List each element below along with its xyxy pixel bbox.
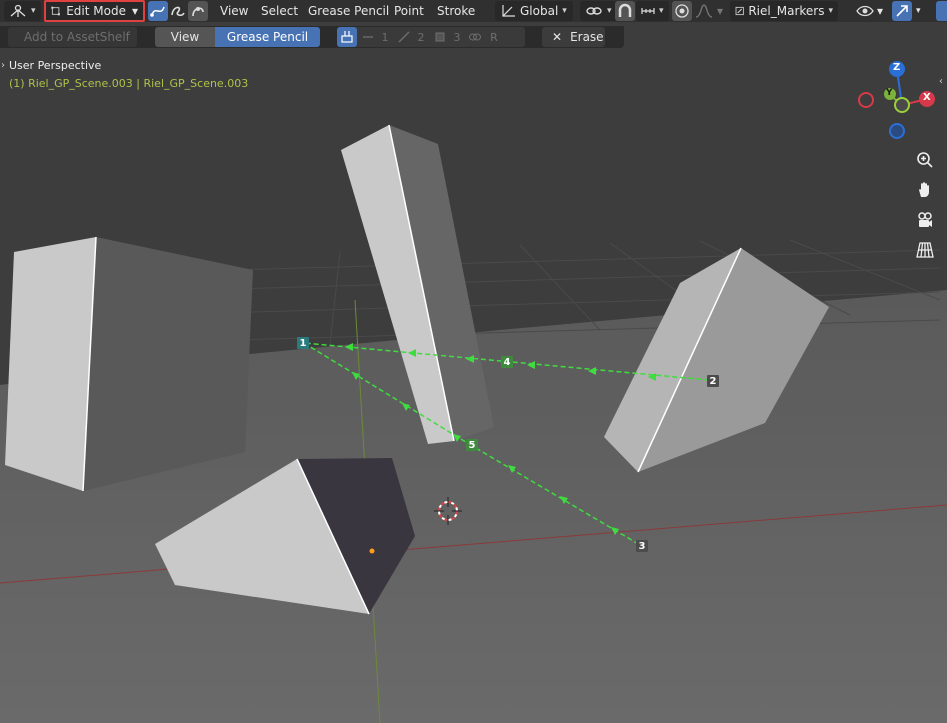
toolbar-expand-icon[interactable]: › — [1, 60, 5, 71]
viewport-header: ▾ Edit Mode ▾ View Select Grease Pencil … — [0, 0, 947, 22]
group-item-2[interactable]: 2 — [393, 31, 429, 44]
editor-type-icon — [10, 4, 26, 17]
menu-view[interactable]: View — [214, 1, 254, 21]
chevron-down-icon: ▾ — [607, 6, 612, 16]
mode-dropdown[interactable]: Edit Mode ▾ — [44, 0, 145, 22]
link-icon — [469, 33, 482, 41]
chevron-down-icon: ▾ — [31, 6, 36, 16]
object-name: Riel_Markers — [748, 4, 825, 18]
select-points-button[interactable] — [148, 1, 168, 21]
menu-stroke[interactable]: Stroke — [431, 1, 481, 21]
orientation-label: Global — [520, 4, 559, 18]
proportional-edit-icon — [675, 4, 689, 18]
tab-grease-pencil[interactable]: Grease Pencil — [215, 27, 320, 47]
camera-icon — [918, 212, 932, 227]
grid-perspective-icon — [916, 242, 934, 258]
overlay-toggle[interactable] — [936, 1, 947, 21]
group-item-3[interactable]: 3 — [429, 31, 465, 44]
add-to-asset-shelf-label: Add to AssetShelf — [24, 30, 130, 44]
pivot-link-icon — [586, 7, 602, 15]
stroke-point-select-icon — [150, 6, 165, 17]
segment-select-icon — [192, 7, 204, 17]
orientation-axes-icon — [502, 5, 515, 17]
scene-canvas[interactable] — [0, 48, 947, 723]
select-segments-button[interactable] — [188, 1, 208, 21]
menu-select[interactable]: Select — [255, 1, 304, 21]
minus-icon — [362, 36, 373, 38]
object-dropdown[interactable]: Riel_Markers ▾ — [730, 1, 838, 21]
snap-increment-icon — [641, 8, 655, 14]
pan-button[interactable] — [913, 178, 937, 202]
tab-view-label: View — [170, 30, 200, 44]
falloff-curve-icon — [695, 4, 713, 18]
snap-toggle[interactable] — [615, 1, 635, 21]
zoom-in-icon — [917, 152, 933, 168]
gizmo-arrow-icon — [896, 5, 908, 17]
3d-viewport[interactable]: Z Y X User Perspective (1) Riel_GP_Scene… — [0, 48, 947, 723]
proportional-edit-toggle[interactable] — [672, 1, 692, 21]
proportional-falloff-dropdown[interactable]: ▾ — [695, 1, 723, 21]
group-label-3: 3 — [453, 30, 461, 44]
sidebar-expand-icon[interactable]: ‹ — [939, 76, 943, 87]
tool-settings-bar: Add to AssetShelf View Grease Pencil 1 2… — [0, 26, 624, 48]
transform-orientation-dropdown[interactable]: Global ▾ — [495, 1, 573, 21]
stroke-marker-1[interactable]: 1 — [297, 337, 309, 349]
close-icon: ✕ — [552, 30, 563, 44]
erase-label: Erase — [570, 30, 604, 44]
stroke-marker-5[interactable]: 5 — [466, 439, 478, 451]
chevron-down-icon: ▾ — [659, 6, 664, 16]
tab-grease-pencil-label: Grease Pencil — [226, 30, 309, 44]
chevron-down-icon: ▾ — [717, 4, 724, 18]
mesh-box-left — [5, 237, 96, 491]
brush-icon — [341, 31, 353, 43]
group-item-1[interactable]: 1 — [357, 31, 393, 44]
brush-toggle[interactable] — [337, 27, 357, 47]
visibility-dropdown[interactable]: ▾ — [856, 1, 883, 21]
editor-type-dropdown[interactable]: ▾ — [4, 1, 41, 21]
group-label-r: R — [490, 30, 498, 44]
snap-target-dropdown[interactable]: ▾ — [636, 1, 669, 21]
slash-icon — [398, 31, 409, 43]
active-object-label: (1) Riel_GP_Scene.003 | Riel_GP_Scene.00… — [9, 77, 249, 90]
group-item-r[interactable]: R — [465, 31, 501, 44]
pivot-point-dropdown[interactable]: ▾ — [580, 1, 617, 21]
fill-icon — [435, 32, 444, 42]
tab-view[interactable]: View — [155, 27, 215, 47]
chevron-down-icon: ▾ — [562, 6, 567, 16]
menu-point[interactable]: Point — [388, 1, 430, 21]
hand-icon — [919, 182, 929, 197]
grease-pencil-object-icon — [735, 6, 744, 16]
zoom-button[interactable] — [913, 148, 937, 172]
chevron-down-icon[interactable]: ▾ — [916, 1, 921, 21]
mode-label: Edit Mode — [66, 4, 126, 18]
gizmo-y-label[interactable]: Y — [886, 88, 893, 98]
erase-button[interactable]: ✕ Erase — [542, 27, 605, 47]
origin-dot — [369, 548, 375, 554]
gizmo-z-label[interactable]: Z — [893, 62, 900, 73]
group-label-1: 1 — [381, 30, 389, 44]
add-to-asset-shelf-button[interactable]: Add to AssetShelf — [8, 27, 137, 47]
mask-layer-group: 1 2 3 R — [337, 27, 525, 47]
eye-icon — [856, 5, 874, 17]
select-strokes-button[interactable] — [168, 1, 188, 21]
menu-grease-pencil[interactable]: Grease Pencil — [302, 1, 395, 21]
stroke-marker-4[interactable]: 4 — [501, 356, 513, 368]
chevron-down-icon: ▾ — [828, 6, 833, 16]
perspective-toggle-button[interactable] — [913, 238, 937, 262]
magnet-icon — [618, 3, 632, 17]
chevron-down-icon: ▾ — [131, 4, 138, 18]
gizmo-x-label[interactable]: X — [923, 92, 931, 103]
chevron-down-icon: ▾ — [877, 4, 884, 18]
group-label-2: 2 — [417, 30, 425, 44]
view-perspective-label: User Perspective — [9, 59, 102, 72]
gizmo-toggle[interactable] — [892, 1, 912, 21]
edit-mode-icon — [51, 6, 60, 16]
stroke-marker-2[interactable]: 2 — [707, 375, 719, 387]
stroke-select-icon — [171, 6, 185, 17]
camera-view-button[interactable] — [913, 208, 937, 232]
stroke-marker-3[interactable]: 3 — [636, 540, 648, 552]
